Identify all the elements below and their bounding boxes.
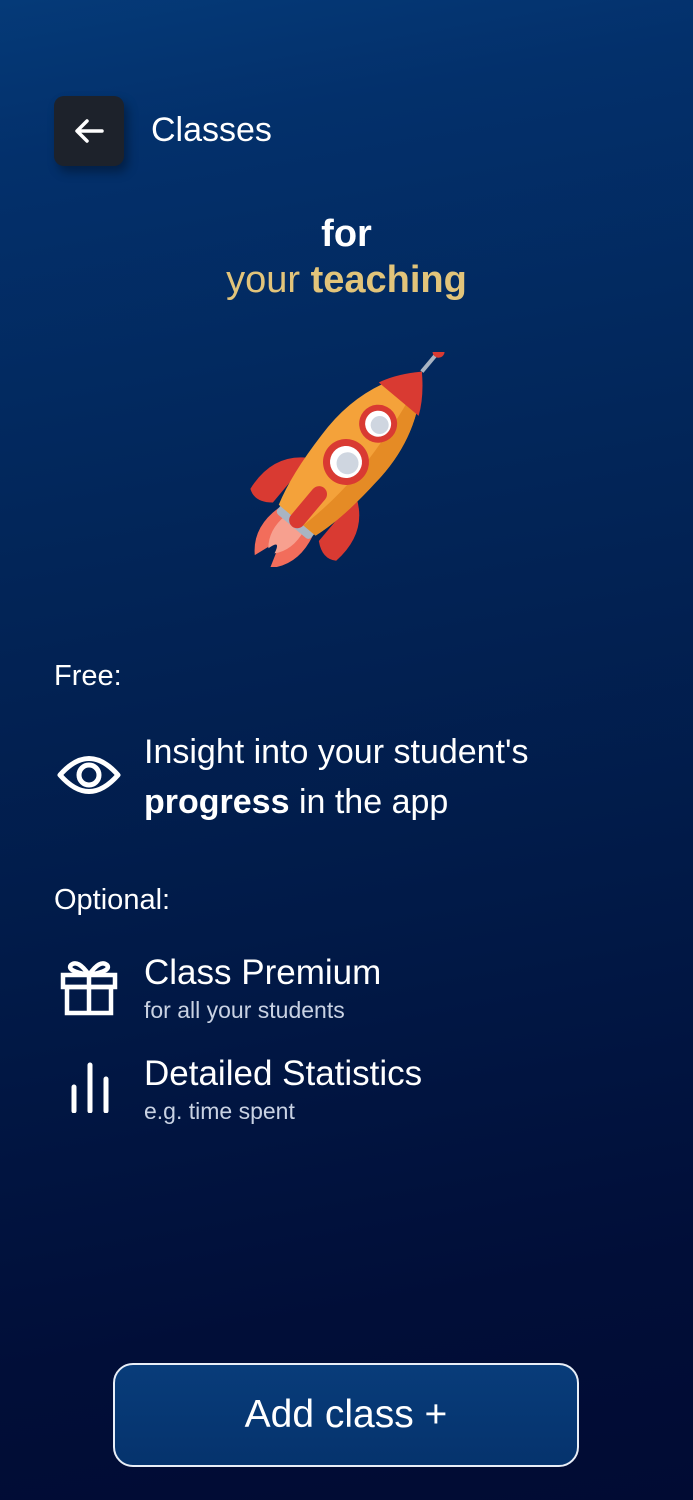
free-feature-line2: progress in the app	[144, 777, 664, 827]
bar-chart-icon	[62, 1060, 118, 1114]
hero-heading-line2: your teaching	[0, 257, 693, 303]
add-class-button[interactable]: Add class +	[113, 1363, 579, 1467]
rocket-illustration	[236, 345, 456, 569]
hero-heading-line1: for	[321, 213, 372, 255]
optional-item-subtitle: e.g. time spent	[144, 1098, 295, 1124]
back-button[interactable]	[54, 96, 124, 166]
free-section-label: Free:	[54, 660, 122, 692]
eye-icon	[54, 748, 124, 802]
optional-section-label: Optional:	[54, 884, 171, 916]
optional-item-title: Detailed Statistics	[144, 1054, 423, 1093]
free-feature-line1: Insight into your student's	[144, 733, 529, 771]
optional-item-title: Class Premium	[144, 953, 382, 992]
gift-icon	[56, 954, 122, 1018]
free-feature-highlight: progress	[144, 783, 290, 821]
hero-heading-highlight: teaching	[310, 259, 467, 301]
optional-item-subtitle: for all your students	[144, 997, 345, 1023]
page-title: Classes	[151, 111, 272, 149]
free-feature-rest: in the app	[289, 783, 449, 821]
free-feature-text: Insight into your student's progress in …	[144, 727, 664, 827]
hero-heading-plain: your	[226, 259, 311, 301]
arrow-left-icon	[72, 114, 106, 148]
